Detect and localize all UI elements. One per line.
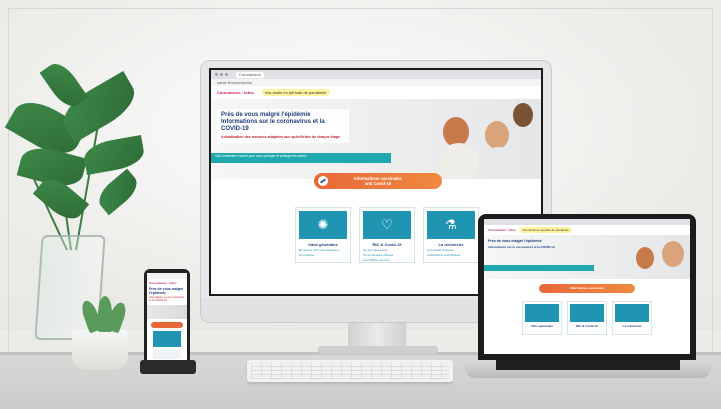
phone-cta-button[interactable] <box>151 322 183 328</box>
laptop-cards: Infos générales RIC & Covid-19 La recher… <box>484 301 690 335</box>
laptop-info-band <box>484 265 594 271</box>
card-title: La recherche <box>438 242 464 247</box>
shield-heart-icon: ♡ <box>363 211 411 239</box>
laptop-screen: Coronavirus : infos Vos droits en périod… <box>484 219 690 354</box>
laptop-card[interactable]: Infos générales <box>522 301 562 335</box>
phone-hero-sub: Informations sur le coronavirus et la CO… <box>149 296 185 302</box>
microscope-icon: ⚗ <box>427 211 475 239</box>
laptop-card[interactable]: La recherche <box>612 301 652 335</box>
laptop-card[interactable]: RIC & Covid-19 <box>567 301 607 335</box>
phone-card[interactable] <box>153 331 181 347</box>
card-ric-covid[interactable]: ♡ RIC & Covid-19 Ce qu'il faut savoir Co… <box>359 207 415 263</box>
browser-tab[interactable]: Coronavirus <box>236 71 264 78</box>
info-cards: ✺ Infos générales En quoi le virus est d… <box>295 207 479 263</box>
card-general-info[interactable]: ✺ Infos générales En quoi le virus est d… <box>295 207 351 263</box>
site-header: Coronavirus : infos Vos droits en périod… <box>211 86 541 99</box>
hero-subtitle: Actualisation des mesures adaptées aux s… <box>221 135 341 139</box>
card-link[interactable]: En pratique <box>299 253 347 257</box>
info-band: Tout l'essentiel à savoir pour vous prot… <box>211 153 391 163</box>
keyboard <box>247 360 453 382</box>
phone-hero-title: Près de vous malgré l'épidémie <box>149 287 184 295</box>
hero-title-line1: Près de vous malgré l'épidémie <box>221 112 311 118</box>
phone-site-title: Coronavirus : infos <box>149 281 177 285</box>
laptop-keyboard <box>496 360 680 370</box>
laptop-hero: Près de vous malgré l'épidémie Informati… <box>484 235 690 279</box>
card-link[interactable]: Communiqués officiels <box>363 253 411 257</box>
monitor-foot <box>318 346 438 354</box>
site-nav-link[interactable]: Coronavirus : infos <box>217 90 254 95</box>
virus-icon: ✺ <box>299 211 347 239</box>
laptop-vaccine-button[interactable]: Informations vaccinales <box>539 284 635 293</box>
syringe-icon <box>318 176 328 186</box>
card-title: RIC & Covid-19 <box>372 242 402 247</box>
rights-pill[interactable]: Vos droits en période de pandémie <box>261 89 330 96</box>
family-photo <box>391 99 541 179</box>
photo-scene: Coronavirus : infos Près de vous malgré … <box>0 0 721 409</box>
vaccine-info-button[interactable]: Informations vaccinales anti Covid-19 <box>314 173 442 189</box>
phone-stand <box>140 360 196 374</box>
hero-title-line2: Informations sur le coronavirus et la CO… <box>221 119 325 132</box>
card-title: Infos générales <box>308 242 338 247</box>
hero-title-box: Près de vous malgré l'épidémie Informati… <box>217 109 349 143</box>
card-link[interactable]: Publications scientifiques <box>427 253 475 257</box>
card-link[interactable]: En quoi le virus est dangereux <box>299 248 347 252</box>
browser-tabbar: Coronavirus <box>211 70 541 79</box>
smartphone: Coronavirus : infos Près de vous malgré … <box>144 269 190 369</box>
laptop: Coronavirus : infos Vos droits en périod… <box>478 214 696 362</box>
phone-screen: Coronavirus : infos Près de vous malgré … <box>147 273 187 365</box>
hero-banner: Près de vous malgré l'épidémie Informati… <box>211 99 541 179</box>
card-link[interactable]: Ce qu'il faut savoir <box>363 248 411 252</box>
succulent-pot <box>72 330 128 370</box>
card-link[interactable]: Les chiffres du suivi <box>363 258 411 262</box>
card-link[interactable]: Les essais cliniques <box>427 248 475 252</box>
laptop-site-header: Coronavirus : infos Vos droits en périod… <box>484 225 690 235</box>
card-research[interactable]: ⚗ La recherche Les essais cliniques Publ… <box>423 207 479 263</box>
laptop-hero-title: Près de vous malgré l'épidémie <box>488 239 542 243</box>
address-bar[interactable]: sante.fr/coronavirus <box>211 79 541 86</box>
laptop-hero-title2: Informations sur le coronavirus et la CO… <box>488 245 555 249</box>
